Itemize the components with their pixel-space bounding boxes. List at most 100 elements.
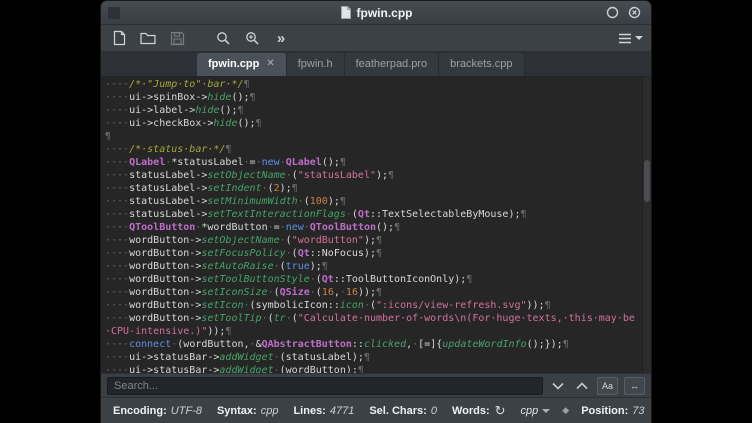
code-line: ¶: [105, 130, 640, 143]
encoding-label: Encoding:: [113, 405, 167, 417]
syntax-label: Syntax:: [217, 405, 257, 417]
pilcrow-mark: ¶: [545, 300, 551, 311]
pilcrow-mark: ¶: [250, 92, 256, 103]
search-button[interactable]: [213, 28, 233, 48]
code-line: ····wordButton->setToolButtonStyle·(Qt::…: [105, 273, 640, 286]
pilcrow-mark: ¶: [563, 339, 569, 350]
syntax-caret-icon: [542, 409, 550, 413]
whole-word-button[interactable]: ↔: [624, 377, 645, 395]
code-line: ····statusLabel->setTextInteractionFlags…: [105, 208, 640, 221]
syntax-selector-button[interactable]: cpp: [521, 405, 551, 417]
statusbar-right: cpp ◆ Position: 73: [521, 405, 645, 417]
position-label: Position:: [581, 405, 628, 417]
editor-scrollbar[interactable]: [642, 77, 651, 373]
pilcrow-mark: ¶: [340, 157, 346, 168]
encoding-value: UTF-8: [171, 405, 202, 417]
window-title-text: fpwin.cpp: [357, 6, 413, 20]
pilcrow-mark: ¶: [466, 274, 472, 285]
menu-caret-icon: [635, 36, 643, 40]
tab-fpwin-h[interactable]: fpwin.h: [287, 53, 345, 76]
match-case-button[interactable]: Aa: [597, 377, 618, 395]
code-line: ····wordButton->setToolTip·(tr·("Calcula…: [105, 312, 640, 338]
find-next-button[interactable]: [549, 377, 567, 395]
find-previous-button[interactable]: [573, 377, 591, 395]
code-line: ····QLabel·*statusLabel·=·new·QLabel();¶: [105, 156, 640, 169]
code-line: ····statusLabel->setObjectName·("statusL…: [105, 169, 640, 182]
words-status: Words: ↻: [452, 404, 506, 417]
pilcrow-mark: ¶: [256, 118, 262, 129]
code-line: ····QToolButton·*wordButton·=·new·QToolB…: [105, 221, 640, 234]
code-line: ····wordButton->setIcon·(symbolicIcon::i…: [105, 299, 640, 312]
code-line: ····ui->checkBox->hide();¶: [105, 117, 640, 130]
pilcrow-mark: ¶: [237, 105, 243, 116]
menu-button[interactable]: [618, 28, 643, 48]
titlebar[interactable]: fpwin.cpp: [101, 1, 651, 25]
tab-label: featherpad.pro: [356, 58, 428, 70]
tab-label: fpwin.h: [298, 58, 333, 70]
window-buttons: [605, 1, 642, 24]
pilcrow-mark: ¶: [105, 131, 111, 142]
window-title: fpwin.cpp: [340, 6, 413, 20]
position-status: Position: 73: [581, 405, 644, 417]
position-value: 73: [632, 405, 644, 417]
lines-status: Lines: 4771: [293, 405, 354, 417]
syntax-status: Syntax: cpp: [217, 405, 279, 417]
pilcrow-mark: ¶: [358, 365, 364, 373]
code-line: ····wordButton->setFocusPolicy·(Qt::NoFo…: [105, 247, 640, 260]
lines-label: Lines:: [293, 405, 325, 417]
syntax-selector-value: cpp: [521, 405, 539, 417]
code-line: ····wordButton->setAutoRaise·(true);¶: [105, 260, 640, 273]
replace-button[interactable]: [242, 28, 262, 48]
code-line: ····/*·"Jump·to"·bar·*/¶: [105, 78, 640, 91]
code-line: ····ui->label->hide();¶: [105, 104, 640, 117]
open-file-button[interactable]: [138, 28, 158, 48]
new-document-icon: [112, 30, 127, 46]
encoding-status: Encoding: UTF-8: [113, 405, 202, 417]
jump-to-icon: »: [277, 31, 285, 46]
code-line: ····wordButton->setIconSize·(QSize·(16,·…: [105, 286, 640, 299]
search-icon: [216, 31, 231, 46]
featherpad-window: fpwin.cpp: [100, 0, 652, 423]
chevron-down-icon: [552, 382, 564, 390]
new-document-button[interactable]: [109, 28, 129, 48]
code-line: ····statusLabel->setMinimumWidth·(100);¶: [105, 195, 640, 208]
pilcrow-mark: ¶: [225, 326, 231, 337]
toolbar: »: [101, 25, 651, 52]
close-button[interactable]: [627, 5, 642, 20]
open-folder-icon: [140, 31, 156, 45]
tab-fpwin-cpp[interactable]: fpwin.cpp ✕: [197, 53, 287, 76]
sel-chars-value: 0: [431, 405, 437, 417]
code-line: ····/*·status·bar·*/¶: [105, 143, 640, 156]
tab-featherpad-pro[interactable]: featherpad.pro: [345, 53, 440, 76]
save-file-button[interactable]: [167, 28, 187, 48]
window-menu-icon[interactable]: [108, 7, 120, 19]
pilcrow-mark: ¶: [394, 222, 400, 233]
words-label: Words:: [452, 405, 490, 417]
code-line: ····ui->statusBar->addWidget·(statusLabe…: [105, 351, 640, 364]
selected-chars-status: Sel. Chars: 0: [369, 405, 437, 417]
close-tab-icon[interactable]: ✕: [266, 59, 274, 69]
pilcrow-mark: ¶: [340, 196, 346, 207]
word-count-refresh-button[interactable]: ↻: [495, 404, 506, 417]
tab-label: fpwin.cpp: [208, 58, 259, 70]
search-input[interactable]: [107, 377, 543, 395]
pilcrow-mark: ¶: [388, 170, 394, 181]
close-icon: [628, 6, 641, 19]
syntax-value: cpp: [261, 405, 279, 417]
replace-icon: [245, 31, 260, 46]
sel-chars-label: Sel. Chars:: [369, 405, 426, 417]
tab-bar: fpwin.cpp ✕ fpwin.h featherpad.pro brack…: [101, 52, 651, 77]
code-line: ····statusLabel->setIndent·(2);¶: [105, 182, 640, 195]
scrollbar-thumb[interactable]: [644, 160, 650, 202]
lines-value: 4771: [330, 405, 354, 417]
maximize-button[interactable]: [605, 5, 620, 20]
code-editor[interactable]: ····/*·"Jump·to"·bar·*/¶····ui->spinBox-…: [101, 77, 651, 373]
status-bar: Encoding: UTF-8 Syntax: cpp Lines: 4771 …: [101, 397, 651, 423]
code-line: ····wordButton->setObjectName·("wordButt…: [105, 234, 640, 247]
pilcrow-mark: ¶: [376, 248, 382, 259]
pilcrow-mark: ¶: [364, 352, 370, 363]
jump-to-button[interactable]: »: [271, 28, 291, 48]
statusbar-separator: ◆: [562, 405, 569, 416]
tab-brackets-cpp[interactable]: brackets.cpp: [439, 53, 524, 76]
pilcrow-mark: ¶: [376, 287, 382, 298]
